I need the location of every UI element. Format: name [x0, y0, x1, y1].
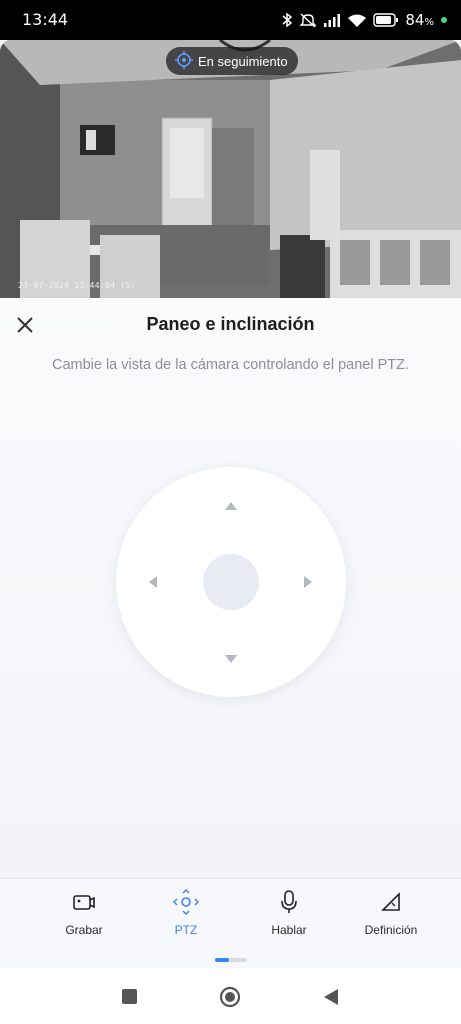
ptz-center-button[interactable]: [203, 554, 259, 610]
status-time: 13:44: [22, 10, 69, 29]
battery-icon: [373, 13, 399, 27]
camera-live-view[interactable]: En seguimiento 23-07-2024 13:44:04 (S): [0, 40, 461, 298]
bottom-toolbar: Grabar PTZ Hablar Definición: [0, 878, 461, 969]
definition-button[interactable]: Definición: [346, 889, 436, 937]
talk-label: Hablar: [271, 923, 307, 937]
recents-button[interactable]: [121, 988, 138, 1010]
camera-timestamp: 23-07-2024 13:44:04 (S): [18, 281, 136, 290]
target-icon: [174, 50, 194, 73]
bluetooth-icon: [281, 12, 293, 28]
microphone-icon: [244, 889, 334, 915]
page-indicator-active: [215, 958, 229, 962]
back-button[interactable]: [322, 988, 340, 1011]
ptz-icon: [141, 889, 231, 915]
system-nav-bar: [0, 968, 461, 1024]
panel-subtitle: Cambie la vista de la cámara controlando…: [51, 357, 410, 373]
mute-icon: [299, 12, 318, 28]
record-button[interactable]: Grabar: [39, 889, 129, 937]
ptz-direction-pad[interactable]: [116, 467, 346, 697]
tracking-badge[interactable]: En seguimiento: [166, 47, 298, 75]
ptz-panel: Paneo e inclinación Cambie la vista de l…: [0, 298, 461, 878]
wifi-icon: [347, 13, 367, 28]
ptz-label: PTZ: [174, 923, 198, 937]
ptz-button[interactable]: PTZ: [141, 889, 231, 937]
definition-label: Definición: [364, 923, 418, 937]
tracking-label: En seguimiento: [198, 53, 288, 69]
pan-left-arrow-icon[interactable]: [149, 576, 157, 588]
home-icon: [219, 986, 241, 1008]
pan-up-arrow-icon[interactable]: [225, 502, 237, 510]
definition-icon: [346, 889, 436, 915]
back-icon: [324, 989, 338, 1005]
page-indicator: [215, 958, 247, 962]
talk-button[interactable]: Hablar: [244, 889, 334, 937]
home-button[interactable]: [219, 986, 241, 1013]
status-bar: 13:44 84%: [0, 0, 461, 40]
pan-down-arrow-icon[interactable]: [225, 655, 237, 663]
record-label: Grabar: [65, 923, 103, 937]
pan-right-arrow-icon[interactable]: [304, 576, 312, 588]
privacy-dot: [441, 17, 447, 23]
camera-feed-image: [0, 40, 461, 298]
battery-percent: 84%: [405, 11, 434, 29]
recents-icon: [122, 989, 137, 1004]
signal-icon: [323, 13, 341, 27]
status-icons: 84%: [281, 9, 447, 31]
panel-title: Paneo e inclinación: [146, 314, 315, 334]
record-icon: [39, 889, 129, 915]
